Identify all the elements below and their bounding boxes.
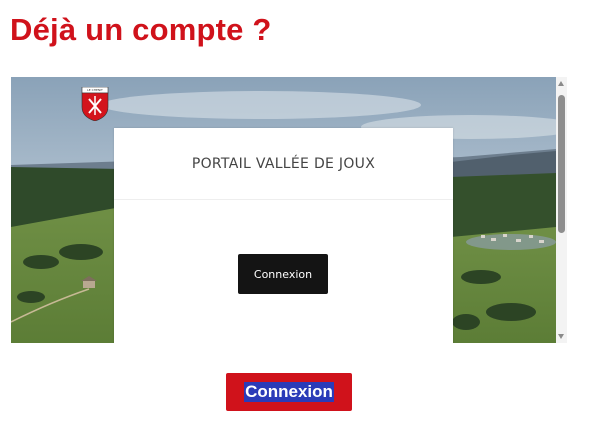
scroll-down-arrow-icon[interactable] bbox=[558, 334, 564, 339]
page-title: Déjà un compte ? bbox=[10, 12, 272, 47]
vertical-scrollbar[interactable] bbox=[556, 77, 567, 343]
portal-embed-frame[interactable]: LE CHENIT PORTAIL VALLÉE DE JOUX Connexi… bbox=[11, 77, 567, 343]
scroll-up-arrow-icon[interactable] bbox=[558, 81, 564, 86]
portal-title: PORTAIL VALLÉE DE JOUX bbox=[114, 128, 453, 200]
portal-embed-view: LE CHENIT PORTAIL VALLÉE DE JOUX Connexi… bbox=[11, 77, 556, 343]
login-button[interactable]: Connexion bbox=[226, 373, 352, 411]
login-button-label: Connexion bbox=[244, 382, 334, 402]
portal-card: PORTAIL VALLÉE DE JOUX Connexion bbox=[114, 128, 453, 343]
crest-text: LE CHENIT bbox=[87, 88, 103, 92]
municipal-crest-icon bbox=[81, 87, 109, 121]
scroll-thumb[interactable] bbox=[558, 95, 565, 233]
portal-login-button[interactable]: Connexion bbox=[238, 254, 328, 294]
